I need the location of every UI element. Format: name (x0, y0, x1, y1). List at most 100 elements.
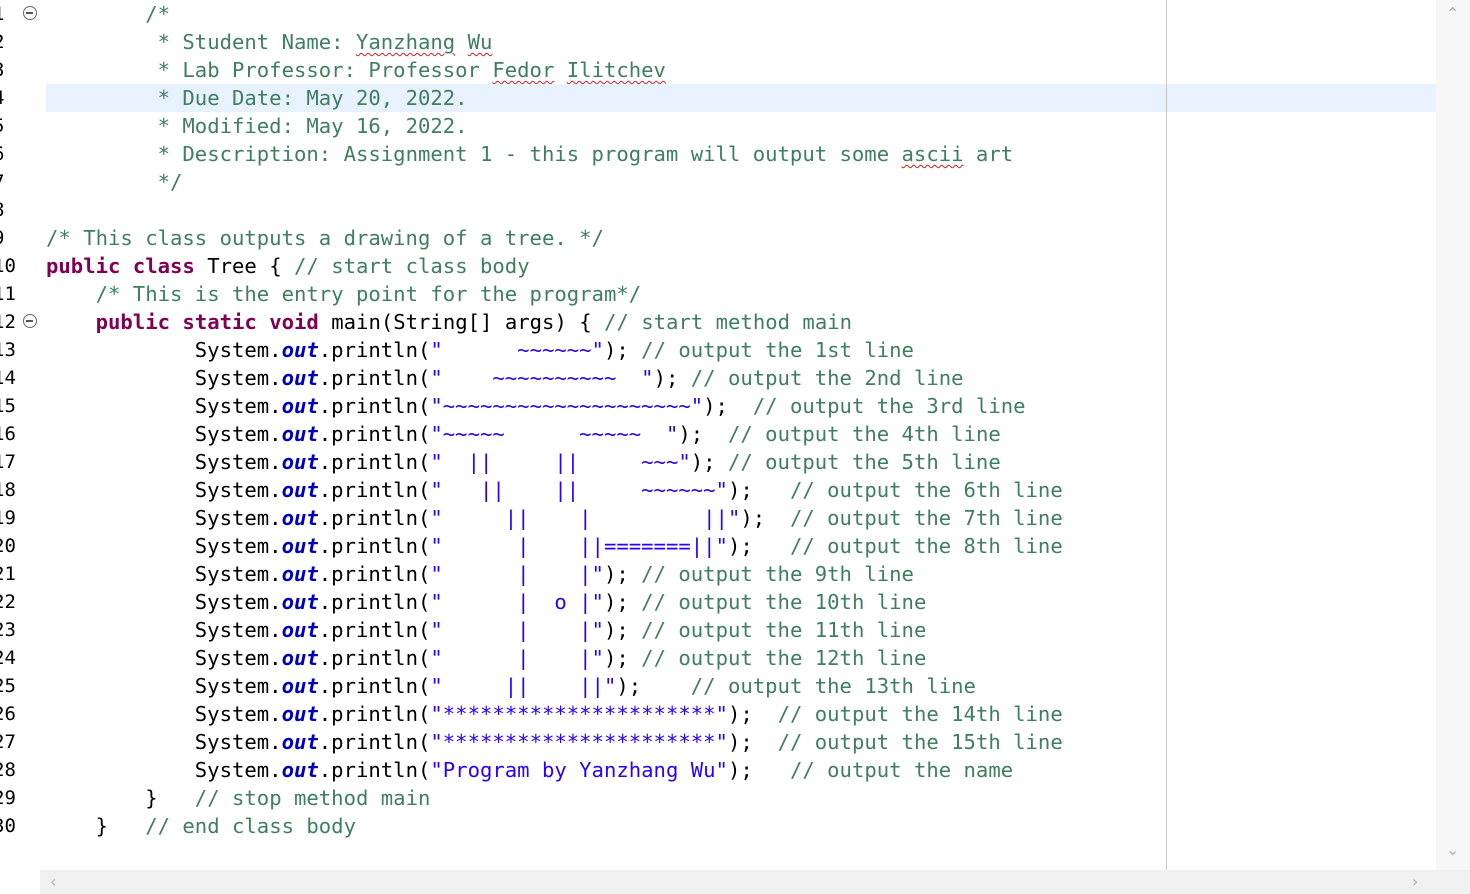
code-token: ); (690, 450, 728, 474)
line-number: 16 (0, 423, 16, 445)
code-text[interactable]: System.out.println(" || || ~~~"); // out… (46, 448, 1001, 476)
code-text[interactable]: } // stop method main (46, 784, 430, 812)
line-number: 30 (0, 815, 16, 837)
code-token: "~~~~~ ~~~~~ " (430, 422, 679, 446)
code-text[interactable]: System.out.println(" | |"); // output th… (46, 616, 927, 644)
code-line[interactable]: 3 * Lab Professor: Professor Fedor Ilitc… (0, 56, 1470, 84)
code-line[interactable]: 23 System.out.println(" | |"); // output… (0, 616, 1470, 644)
code-token: out (281, 450, 319, 474)
code-token: System. (46, 534, 282, 558)
code-token: * Student Name: (157, 30, 356, 54)
chevron-down-icon[interactable]: ⌄ (1446, 840, 1459, 859)
code-text[interactable]: System.out.println(" ~~~~~~~~~~ "); // o… (46, 364, 964, 392)
code-line[interactable]: 14 System.out.println(" ~~~~~~~~~~ "); /… (0, 364, 1470, 392)
code-line[interactable]: 28 System.out.println("Program by Yanzha… (0, 756, 1470, 784)
code-line[interactable]: 11 /* This is the entry point for the pr… (0, 280, 1470, 308)
code-text[interactable]: /* This is the entry point for the progr… (46, 280, 642, 308)
code-text[interactable]: System.out.println(" | |"); // output th… (46, 644, 927, 672)
code-token: ); (703, 394, 753, 418)
horizontal-scrollbar[interactable]: ‹ › (40, 870, 1470, 894)
code-text[interactable]: /* This class outputs a drawing of a tre… (46, 224, 604, 252)
line-number: 14 (0, 367, 16, 389)
code-text[interactable]: } // end class body (46, 812, 356, 840)
code-text[interactable]: System.out.println("********************… (46, 700, 1063, 728)
code-text[interactable]: * Description: Assignment 1 - this progr… (46, 140, 1014, 168)
code-token: /* This is the entry point for the progr… (95, 282, 642, 306)
line-number: 17 (0, 451, 16, 473)
code-line[interactable]: 24 System.out.println(" | |"); // output… (0, 644, 1470, 672)
code-text[interactable]: System.out.println(" || | ||"); // outpu… (46, 504, 1063, 532)
code-line[interactable]: 27 System.out.println("*****************… (0, 728, 1470, 756)
code-text[interactable]: System.out.println(" ~~~~~~"); // output… (46, 336, 914, 364)
fold-collapse-icon[interactable] (23, 6, 37, 20)
code-token: .println( (318, 702, 431, 726)
code-line[interactable]: 21 System.out.println(" | |"); // output… (0, 560, 1470, 588)
line-number: 26 (0, 703, 16, 725)
line-number: 3 (0, 56, 25, 84)
code-token: // output the 5th line (727, 450, 1001, 474)
code-line[interactable]: 13 System.out.println(" ~~~~~~"); // out… (0, 336, 1470, 364)
code-line[interactable]: 7 */ (0, 168, 1470, 196)
code-token: " ~~~~~~" (430, 338, 604, 362)
code-line[interactable]: 18 System.out.println(" || || ~~~~~~"); … (0, 476, 1470, 504)
code-text[interactable]: System.out.println(" || || ~~~~~~"); // … (46, 476, 1063, 504)
code-line[interactable]: 6 * Description: Assignment 1 - this pro… (0, 140, 1470, 168)
code-text[interactable]: System.out.println("~~~~~ ~~~~~ "); // o… (46, 420, 1001, 448)
code-token: ); (740, 506, 790, 530)
line-number: 28 (0, 759, 16, 781)
code-text[interactable]: /* (46, 0, 170, 28)
vertical-scrollbar[interactable]: ⌃ ⌄ (1436, 0, 1470, 870)
code-token: System. (46, 450, 282, 474)
code-line[interactable]: 25 System.out.println(" || ||"); // outp… (0, 672, 1470, 700)
code-line[interactable]: 12 public static void main(String[] args… (0, 308, 1470, 336)
code-text[interactable]: * Student Name: Yanzhang Wu (46, 28, 493, 56)
code-token: // output the 10th line (641, 590, 927, 614)
code-text[interactable]: * Modified: May 16, 2022. (46, 112, 468, 140)
chevron-up-icon[interactable]: ⌃ (1446, 4, 1459, 23)
code-line[interactable]: 17 System.out.println(" || || ~~~"); // … (0, 448, 1470, 476)
line-number: 6 (0, 140, 25, 168)
code-text[interactable]: * Due Date: May 20, 2022. (46, 84, 468, 112)
code-line[interactable]: 20 System.out.println(" | ||=======||");… (0, 532, 1470, 560)
code-editor[interactable]: 1 /*2 * Student Name: Yanzhang Wu3 * Lab… (0, 0, 1470, 894)
fold-collapse-icon[interactable] (23, 314, 37, 328)
code-token: ); (603, 590, 642, 614)
code-text[interactable]: System.out.println("~~~~~~~~~~~~~~~~~~~~… (46, 392, 1026, 420)
code-text[interactable]: System.out.println(" | ||=======||"); //… (46, 532, 1063, 560)
code-text[interactable]: public static void main(String[] args) {… (46, 308, 852, 336)
code-text[interactable]: public class Tree { // start class body (46, 252, 530, 280)
code-line[interactable]: 30 } // end class body (0, 812, 1470, 840)
code-line[interactable]: 9 /* This class outputs a drawing of a tr… (0, 224, 1470, 252)
code-line[interactable]: 5 * Modified: May 16, 2022. (0, 112, 1470, 140)
code-line[interactable]: 16 System.out.println("~~~~~ ~~~~~ "); /… (0, 420, 1470, 448)
code-token: // start method main (604, 310, 853, 334)
code-text[interactable]: * Lab Professor: Professor Fedor Ilitche… (46, 56, 666, 84)
code-text[interactable]: System.out.println(" || ||"); // output … (46, 672, 976, 700)
chevron-right-icon[interactable]: › (1412, 872, 1418, 891)
chevron-left-icon[interactable]: ‹ (50, 872, 56, 891)
code-line[interactable]: 10 public class Tree { // start class bod… (0, 252, 1470, 280)
code-text[interactable]: System.out.println("********************… (46, 728, 1063, 756)
code-text[interactable]: System.out.println("Program by Yanzhang … (46, 756, 1013, 784)
code-text[interactable]: */ (46, 168, 183, 196)
code-line[interactable]: 8 (0, 196, 1470, 224)
code-token: ); (727, 730, 778, 754)
code-line[interactable]: 26 System.out.println("*****************… (0, 700, 1470, 728)
code-line[interactable]: 4 * Due Date: May 20, 2022. (0, 84, 1470, 112)
code-token: } (46, 786, 195, 810)
code-token: " ~~~~~~~~~~ " (430, 366, 654, 390)
code-text[interactable]: System.out.println(" | |"); // output th… (46, 560, 914, 588)
code-line[interactable]: 15 System.out.println("~~~~~~~~~~~~~~~~~… (0, 392, 1470, 420)
code-line[interactable]: 2 * Student Name: Yanzhang Wu (0, 28, 1470, 56)
code-token: .println( (318, 646, 431, 670)
line-number: 21 (0, 563, 16, 585)
code-line[interactable]: 22 System.out.println(" | o |"); // outp… (0, 588, 1470, 616)
code-text[interactable]: System.out.println(" | o |"); // output … (46, 588, 927, 616)
code-line[interactable]: 1 /* (0, 0, 1470, 28)
code-line[interactable]: 19 System.out.println(" || | ||"); // ou… (0, 504, 1470, 532)
code-line[interactable]: 29 } // stop method main (0, 784, 1470, 812)
